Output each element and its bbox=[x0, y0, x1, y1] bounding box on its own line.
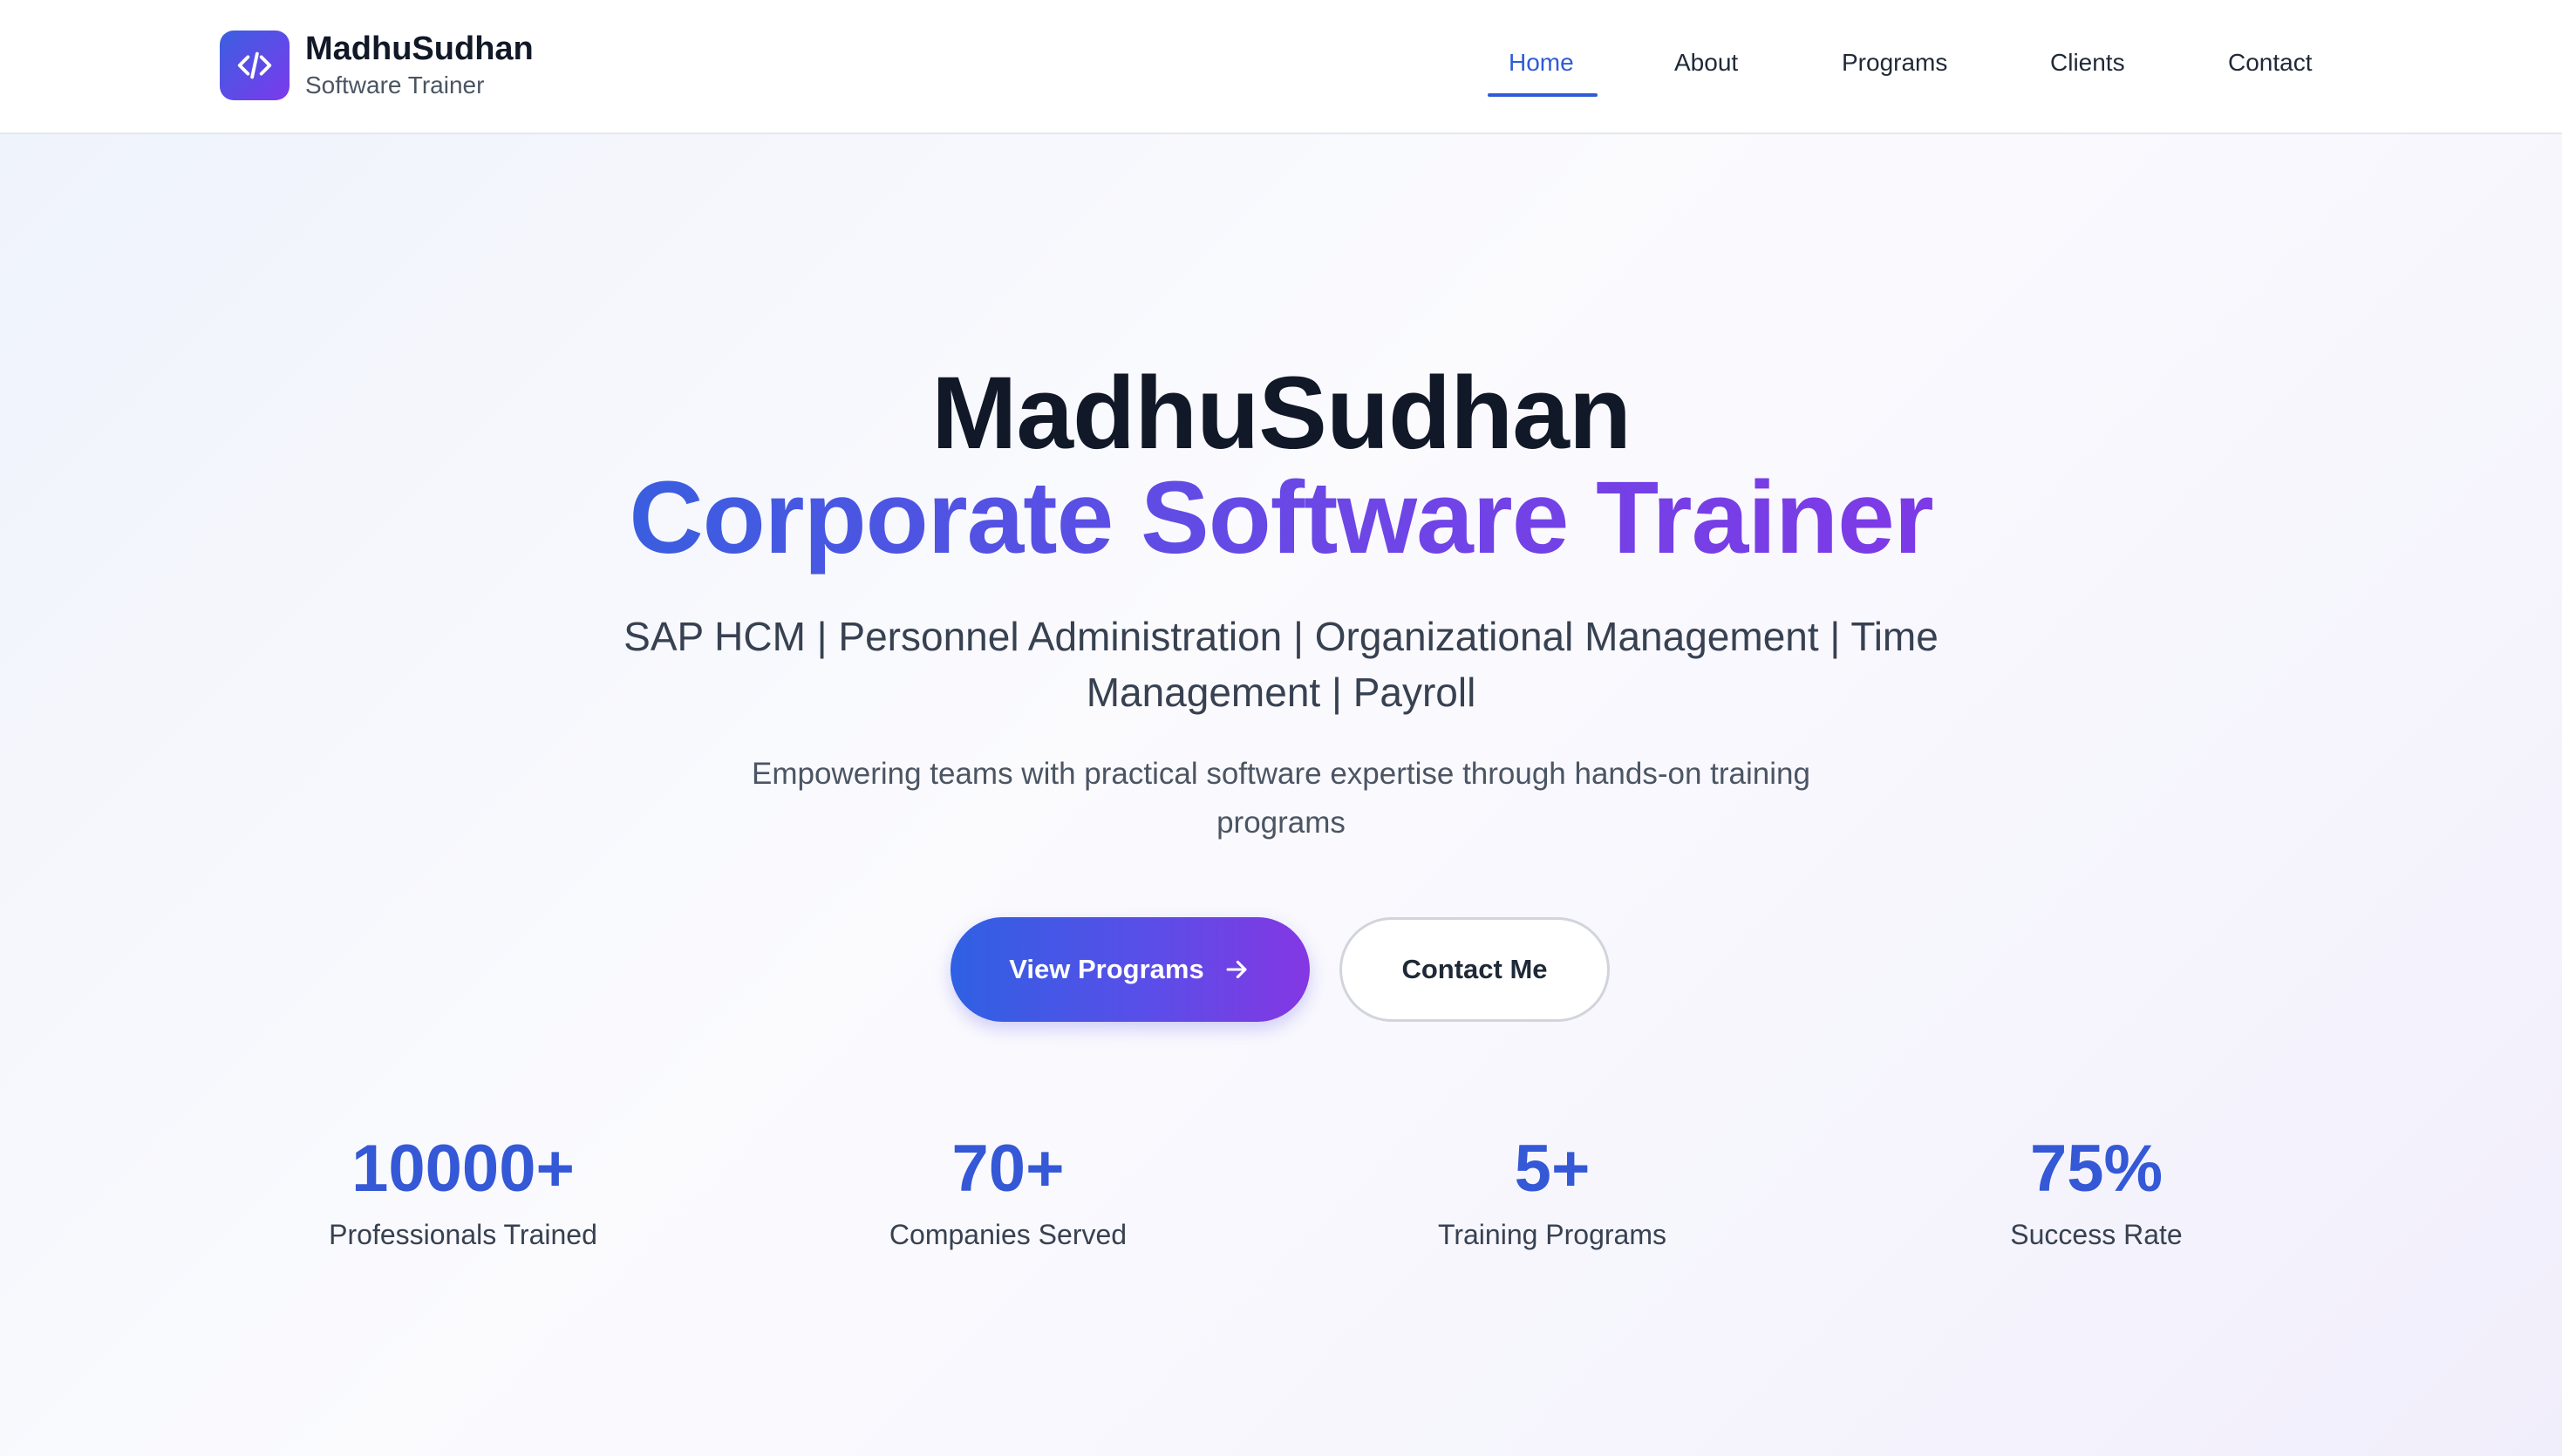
code-icon bbox=[220, 31, 290, 100]
stat-label: Companies Served bbox=[889, 1219, 1128, 1250]
hero-subtitle-text: Corporate Software Trainer bbox=[629, 460, 1933, 575]
nav-clients[interactable]: Clients bbox=[2050, 45, 2125, 80]
hero-title: MadhuSudhan bbox=[931, 356, 1632, 471]
hero-specialties: SAP HCM | Personnel Administration | Org… bbox=[623, 614, 1939, 715]
site-header: MadhuSudhan Software Trainer Home About … bbox=[0, 0, 2562, 134]
hero-subtitle: Corporate Software Trainer bbox=[0, 460, 2562, 575]
stat-label: Success Rate bbox=[2010, 1219, 2183, 1250]
brand-name: MadhuSudhan bbox=[305, 31, 534, 67]
view-programs-label: View Programs bbox=[1009, 954, 1204, 984]
stat-success-rate: 75% Success Rate bbox=[1878, 1130, 2314, 1254]
stat-value: 5+ bbox=[1514, 1132, 1591, 1206]
stat-professionals-trained: 10000+ Professionals Trained bbox=[245, 1130, 681, 1254]
nav-home[interactable]: Home bbox=[1509, 45, 1574, 80]
arrow-right-icon bbox=[1226, 960, 1247, 979]
hero-tagline: Empowering teams with practical software… bbox=[752, 757, 1810, 840]
stat-companies-served: 70+ Companies Served bbox=[790, 1130, 1226, 1254]
contact-me-button[interactable]: Contact Me bbox=[1339, 917, 1610, 1022]
contact-me-label: Contact Me bbox=[1401, 954, 1548, 984]
view-programs-button[interactable]: View Programs bbox=[951, 917, 1310, 1022]
nav-programs[interactable]: Programs bbox=[1842, 45, 1947, 80]
stat-value: 10000+ bbox=[351, 1132, 575, 1206]
nav-about[interactable]: About bbox=[1674, 45, 1738, 80]
stat-value: 70+ bbox=[951, 1132, 1065, 1206]
brand-subtitle: Software Trainer bbox=[305, 71, 485, 99]
brand[interactable]: MadhuSudhan Software Trainer bbox=[220, 30, 534, 101]
stat-label: Professionals Trained bbox=[329, 1219, 597, 1250]
stat-label: Training Programs bbox=[1437, 1219, 1666, 1250]
stat-training-programs: 5+ Training Programs bbox=[1334, 1130, 1770, 1254]
nav-contact[interactable]: Contact bbox=[2228, 45, 2313, 80]
stat-value: 75% bbox=[2029, 1132, 2163, 1206]
nav-active-indicator bbox=[1488, 93, 1598, 97]
